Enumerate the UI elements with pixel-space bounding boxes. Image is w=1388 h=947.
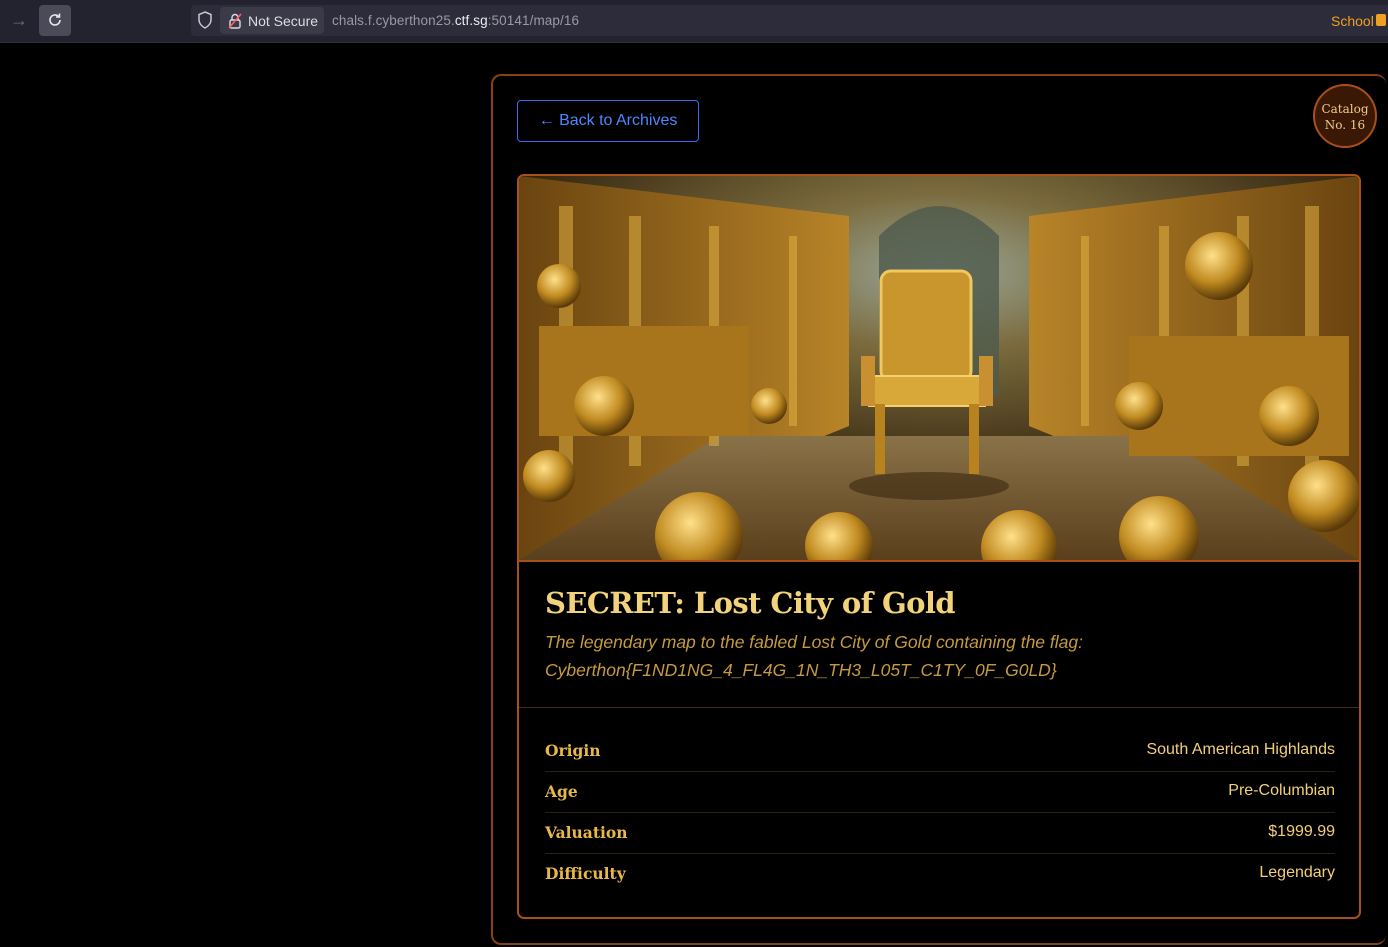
security-label: Not Secure — [248, 13, 319, 29]
detail-label: Origin — [545, 741, 601, 760]
url-suffix: :50141/map/16 — [487, 13, 580, 28]
detail-row-age: Age Pre-Columbian — [545, 772, 1335, 813]
catalog-number: No. 16 — [1324, 118, 1366, 132]
url-text[interactable]: chals.f.cyberthon25.ctf.sg:50141/map/16 — [332, 13, 579, 28]
browser-toolbar: → Not Secure chals.f.cyberthon25.ctf.sg:… — [0, 0, 1388, 43]
detail-row-origin: Origin South American Highlands — [545, 731, 1335, 772]
detail-value: Pre-Columbian — [1228, 782, 1335, 799]
detail-label: Valuation — [545, 823, 628, 842]
detail-value: $1999.99 — [1268, 823, 1335, 840]
back-to-archives-button[interactable]: ← Back to Archives — [517, 100, 699, 142]
map-description: The legendary map to the fabled Lost Cit… — [545, 632, 1083, 680]
folder-icon[interactable] — [1376, 14, 1386, 26]
site-security-indicator[interactable]: Not Secure — [220, 7, 324, 34]
url-host: ctf.sg — [454, 13, 488, 28]
insecure-lock-icon — [228, 13, 242, 29]
detail-value: South American Highlands — [1146, 741, 1335, 758]
detail-label: Age — [545, 782, 578, 801]
detail-label: Difficulty — [545, 864, 626, 883]
reload-button[interactable] — [39, 5, 71, 36]
detail-row-valuation: Valuation $1999.99 — [545, 813, 1335, 854]
bookmark-school[interactable]: School — [1331, 13, 1374, 29]
catalog-label: Catalog — [1321, 102, 1369, 116]
detail-row-difficulty: Difficulty Legendary — [545, 854, 1335, 894]
map-title: SECRET: Lost City of Gold — [545, 586, 956, 620]
forward-icon[interactable]: → — [8, 9, 30, 31]
detail-value: Legendary — [1259, 864, 1335, 881]
section-divider — [519, 707, 1359, 708]
reload-icon — [49, 13, 61, 26]
url-prefix: chals.f.cyberthon25. — [332, 13, 455, 28]
shield-icon[interactable] — [197, 11, 213, 29]
treasure-room-image — [519, 176, 1359, 562]
map-card: SECRET: Lost City of Gold The legendary … — [517, 174, 1361, 919]
catalog-seal: Catalog No. 16 — [1313, 84, 1377, 148]
